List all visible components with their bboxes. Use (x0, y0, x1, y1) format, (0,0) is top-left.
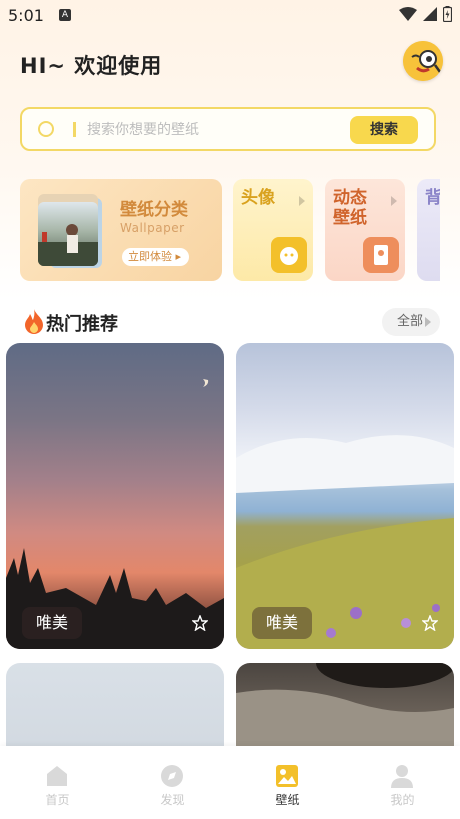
tab-label: 壁纸 (275, 793, 300, 807)
photo-illustration (38, 224, 98, 266)
tab-label: 我的 (390, 793, 415, 807)
category-live-line1: 动态 (333, 188, 367, 208)
wallpaper-card[interactable]: 唯美 (6, 343, 224, 649)
status-time: 5:01 (8, 6, 44, 25)
tab-label: 首页 (45, 793, 70, 807)
page-title: HI~ 欢迎使用 (20, 54, 163, 78)
try-now-button[interactable]: 立即体验 ▸ (122, 248, 190, 266)
tab-label: 发现 (160, 793, 185, 807)
category-cover-image (38, 202, 98, 266)
signal-icon (423, 7, 437, 21)
bottom-tab-bar: 首页 发现 壁纸 我的 (0, 746, 460, 819)
flame-icon (25, 309, 43, 334)
category-live-label: 动态 壁纸 (333, 188, 367, 228)
search-bar[interactable]: 搜索 (20, 107, 436, 151)
wallpaper-tag: 唯美 (22, 607, 82, 639)
chevron-right-icon (391, 196, 397, 206)
category-more-card[interactable]: 背 (417, 179, 440, 281)
profile-icon (391, 765, 413, 788)
hot-section-header: 热门推荐 全部 (20, 308, 440, 336)
category-avatar-label: 头像 (241, 188, 275, 208)
battery-icon (443, 6, 452, 22)
category-strip: 壁纸分类 Wallpaper 立即体验 ▸ 头像 动态 壁纸 背 (20, 179, 440, 282)
wifi-icon (399, 7, 417, 21)
home-icon (47, 766, 67, 786)
view-all-button[interactable]: 全部 (382, 308, 440, 336)
category-title: 壁纸分类 (120, 200, 188, 220)
tab-discover[interactable]: 发现 (115, 746, 230, 819)
tab-profile[interactable]: 我的 (345, 746, 460, 819)
category-avatar-card[interactable]: 头像 (233, 179, 313, 281)
app-notification-icon: A (59, 9, 71, 21)
mascot-icon (403, 41, 443, 81)
wallpaper-icon (276, 765, 298, 787)
avatar-face-icon (271, 237, 307, 273)
wallpaper-card[interactable]: 唯美 (236, 343, 454, 649)
tab-wallpaper[interactable]: 壁纸 (230, 746, 345, 819)
star-icon[interactable] (192, 615, 208, 631)
meadow-mountain-illustration (236, 435, 454, 649)
phone-image-icon (363, 237, 399, 273)
hot-section-title: 热门推荐 (46, 314, 118, 335)
avatar[interactable] (403, 41, 443, 81)
status-bar: 5:01 A (0, 0, 460, 32)
tab-home[interactable]: 首页 (0, 746, 115, 819)
search-button[interactable]: 搜索 (350, 116, 418, 144)
wallpaper-tag: 唯美 (252, 607, 312, 639)
try-now-label: 立即体验 (128, 250, 172, 263)
category-subtitle: Wallpaper (120, 221, 185, 235)
discover-icon (161, 765, 183, 787)
category-live-wallpaper-card[interactable]: 动态 壁纸 (325, 179, 405, 281)
chevron-right-icon (299, 196, 305, 206)
category-live-line2: 壁纸 (333, 208, 367, 228)
search-icon (38, 121, 54, 137)
category-more-label: 背 (425, 188, 440, 208)
play-icon: ▸ (175, 250, 182, 263)
status-icons (399, 6, 452, 22)
search-input[interactable] (85, 118, 339, 142)
category-wallpaper-card[interactable]: 壁纸分类 Wallpaper 立即体验 ▸ (20, 179, 222, 281)
sunset-trees-illustration (6, 379, 224, 649)
star-icon[interactable] (422, 615, 438, 631)
text-cursor (73, 122, 76, 137)
